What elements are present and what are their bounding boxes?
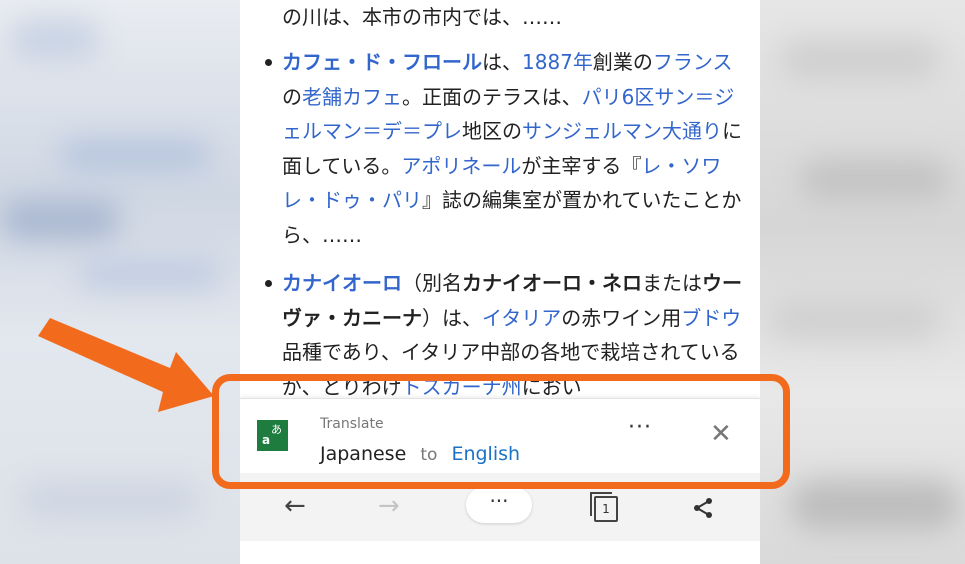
article-link[interactable]: ブドウ: [681, 306, 741, 330]
article-link[interactable]: パリ6区: [582, 85, 655, 109]
annotation-highlight-box: [212, 374, 790, 489]
back-arrow-icon[interactable]: ←: [284, 493, 306, 519]
blurred-background-left: [0, 0, 240, 564]
article-link[interactable]: サンジェルマン大通り: [522, 119, 722, 143]
article-line-top: の川は、本市の市内では、……: [282, 5, 562, 29]
article-text: ）は、: [422, 305, 482, 330]
article-text: （別名: [402, 271, 462, 295]
article-text: カナイオーロ・ネロ: [462, 271, 642, 295]
article-text: は、: [482, 50, 522, 74]
list-item-text: カフェ・ド・フロールは、1887年創業のフランスの老舗カフェ。正面のテラスは、パ…: [282, 50, 742, 247]
article-link[interactable]: 1887年: [522, 50, 593, 74]
blurred-background-right: [760, 0, 965, 564]
article-link[interactable]: イタリア: [482, 306, 561, 330]
article-text: 。正面のテラスは、: [402, 84, 582, 109]
more-menu-button[interactable]: ···: [466, 487, 532, 523]
article-text: が主宰する『: [521, 153, 642, 178]
article-text: 創業の: [592, 50, 653, 74]
article-text: の赤ワイン用: [561, 305, 682, 330]
share-icon[interactable]: [692, 497, 714, 519]
article-link[interactable]: カナイオーロ: [282, 271, 402, 295]
article-link[interactable]: 老舗: [302, 85, 342, 109]
article-text: の: [282, 84, 302, 109]
article-link[interactable]: アポリネール: [401, 154, 521, 178]
article-link[interactable]: カフェ・ド・フロール: [282, 50, 482, 74]
article-link[interactable]: カフェ: [342, 85, 402, 109]
tabs-icon[interactable]: 1: [590, 492, 618, 522]
article-text: または: [642, 271, 702, 295]
forward-arrow-icon[interactable]: →: [378, 493, 400, 519]
bullet: [265, 280, 272, 287]
article-link[interactable]: フランス: [653, 50, 733, 74]
bullet: [265, 59, 272, 66]
article-text: 地区の: [462, 119, 522, 143]
screen-bottom: [240, 541, 760, 564]
list-item-cafe-de-flore: カフェ・ド・フロールは、1887年創業のフランスの老舗カフェ。正面のテラスは、パ…: [265, 45, 747, 252]
